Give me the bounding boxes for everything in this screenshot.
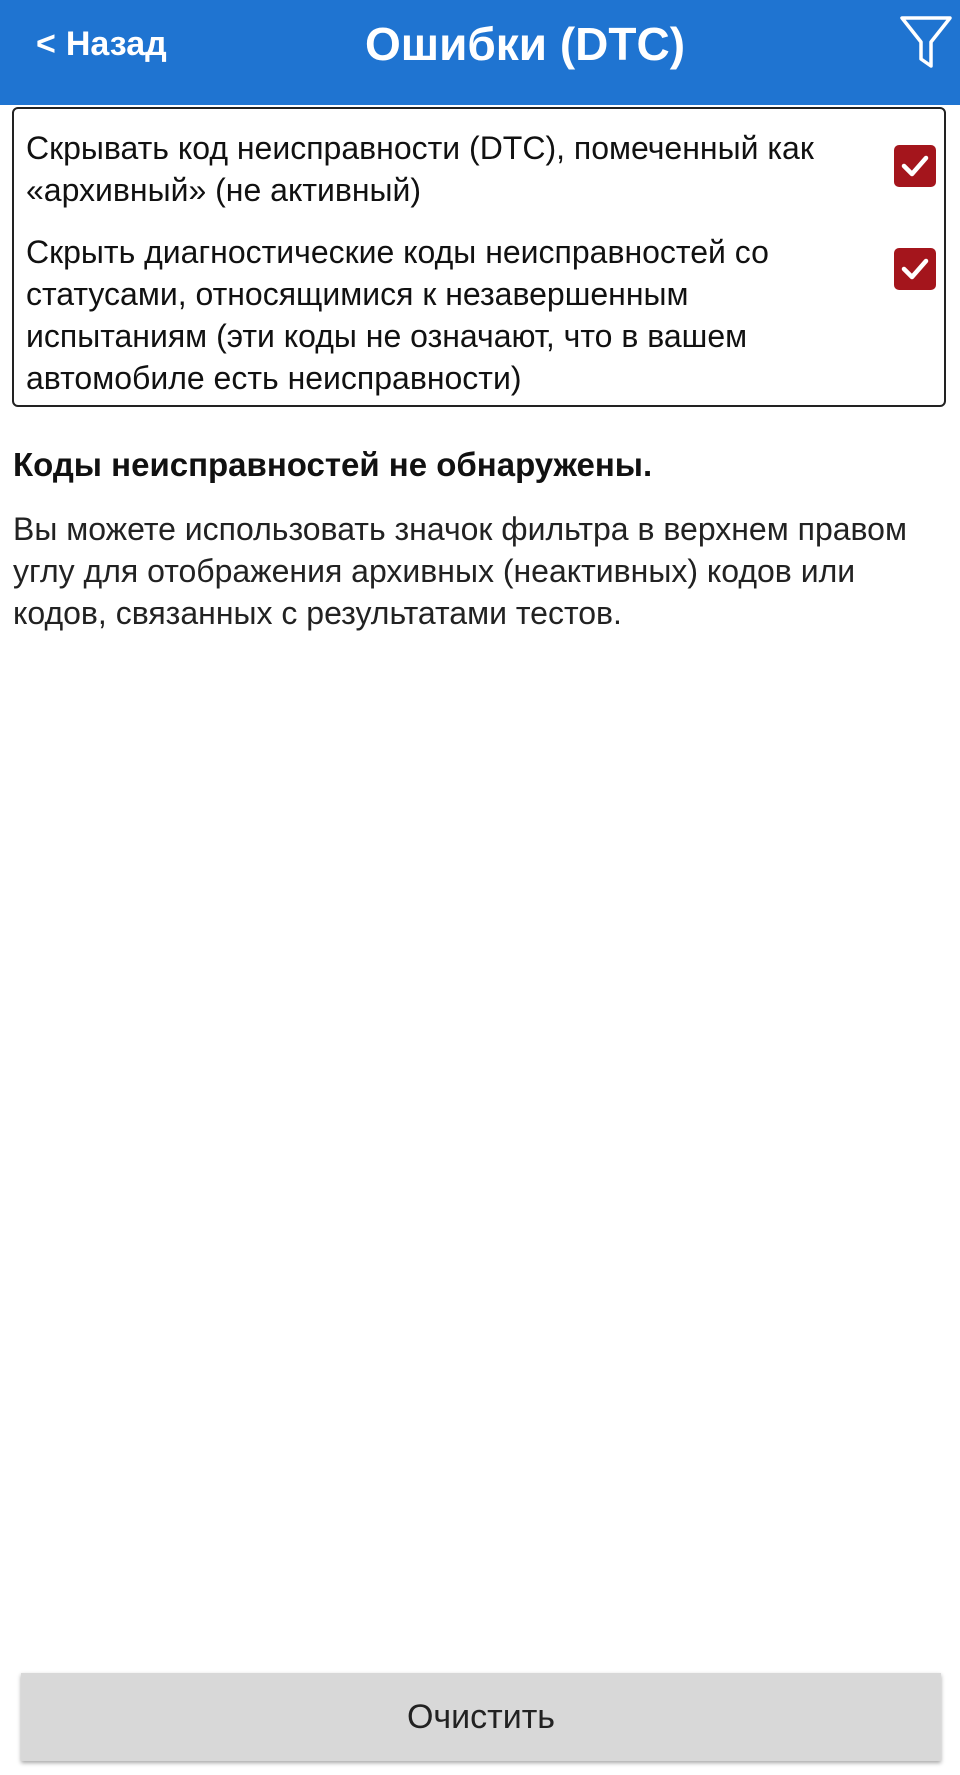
filter-button[interactable] (898, 14, 954, 72)
back-chevron-icon: < (36, 24, 56, 63)
incomplete-tests-checkbox[interactable] (894, 248, 936, 290)
filter-options-panel: Скрывать код неисправности (DTC), помече… (12, 107, 946, 407)
dtc-screen: < Назад Ошибки (DTC) Скрывать код неиспр… (0, 0, 960, 1775)
checkmark-icon (901, 155, 929, 177)
incomplete-tests-label: Скрыть диагностические коды неисправност… (26, 234, 769, 396)
checkmark-icon (901, 258, 929, 280)
app-header: < Назад Ошибки (DTC) (0, 0, 960, 105)
clear-button[interactable]: Очистить (21, 1673, 941, 1761)
no-codes-title: Коды неисправностей не обнаружены. (13, 446, 653, 483)
back-button[interactable]: < Назад (36, 18, 167, 70)
page-title: Ошибки (DTC) (364, 18, 686, 70)
back-label: Назад (65, 24, 167, 63)
archived-codes-checkbox[interactable] (894, 145, 936, 187)
filter-icon (900, 16, 952, 68)
no-codes-description: Вы можете использовать значок фильтра в … (13, 511, 907, 631)
archived-codes-label: Скрывать код неисправности (DTC), помече… (26, 130, 814, 208)
